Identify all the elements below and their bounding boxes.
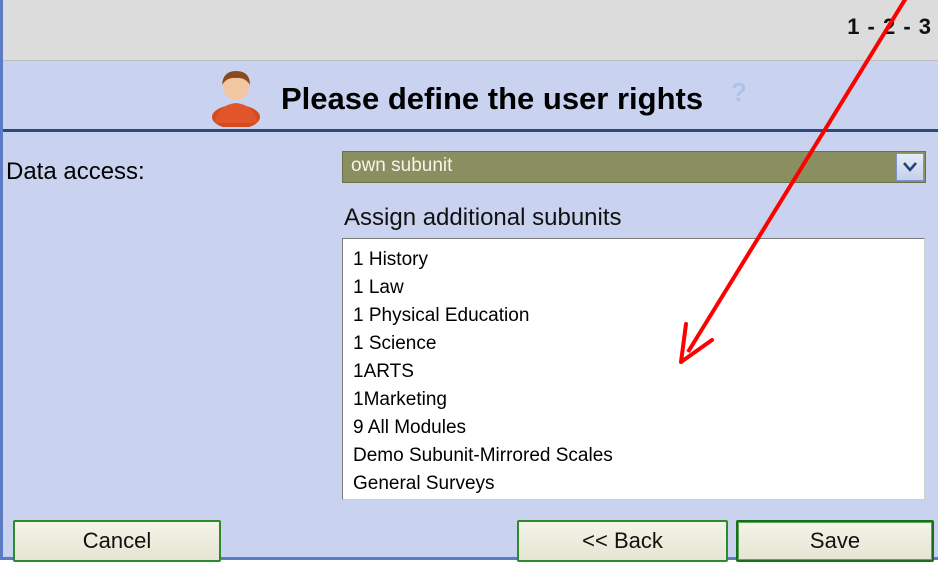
list-item[interactable]: 1 History <box>353 249 428 271</box>
chevron-down-icon[interactable] <box>896 153 924 181</box>
list-item[interactable]: 9 All Modules <box>353 417 466 439</box>
dialog-header: Please define the user rights ? <box>3 61 938 132</box>
list-item[interactable]: 1 Science <box>353 333 436 355</box>
wizard-steps: 1 - 2 - 3 <box>847 14 932 39</box>
help-icon[interactable]: ? <box>731 77 747 108</box>
wizard-bar: 1 - 2 - 3 <box>3 0 938 61</box>
data-access-value: own subunit <box>351 155 453 176</box>
user-avatar-icon <box>205 65 267 129</box>
cancel-button[interactable]: Cancel <box>13 520 221 562</box>
back-button[interactable]: << Back <box>517 520 728 562</box>
page-title: Please define the user rights <box>281 81 704 116</box>
save-button[interactable]: Save <box>736 520 934 562</box>
list-item[interactable]: 1Marketing <box>353 389 447 411</box>
list-item[interactable]: General Surveys <box>353 473 495 495</box>
list-item[interactable]: 1ARTS <box>353 361 414 383</box>
subunits-listbox[interactable]: 1 History 1 Law 1 Physical Education 1 S… <box>342 238 925 500</box>
list-item[interactable]: 1 Law <box>353 277 404 299</box>
data-access-select[interactable]: own subunit <box>342 151 926 183</box>
assign-subunits-label: Assign additional subunits <box>344 204 622 231</box>
list-item[interactable]: 1 Physical Education <box>353 305 529 327</box>
list-item[interactable]: Demo Subunit-Mirrored Scales <box>353 445 613 467</box>
data-access-label: Data access: <box>6 158 145 185</box>
